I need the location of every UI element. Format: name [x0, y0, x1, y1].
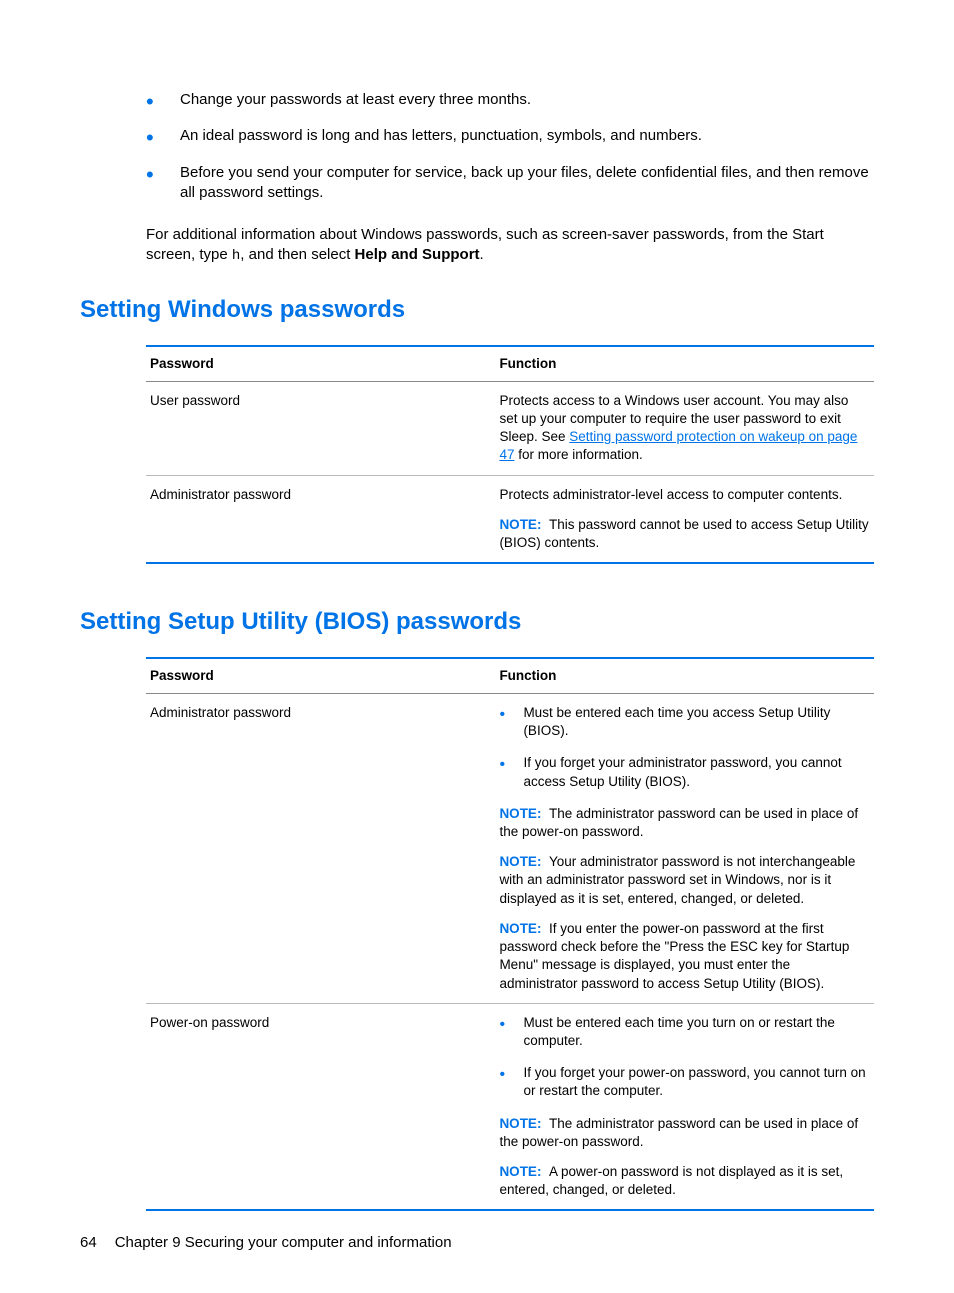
page-number: 64	[80, 1234, 97, 1251]
password-name-cell: Power-on password	[146, 1003, 495, 1210]
note-label: NOTE:	[499, 1164, 541, 1179]
function-list: Must be entered each time you access Set…	[499, 704, 870, 791]
bios-passwords-table: Password Function Administrator password…	[146, 657, 874, 1212]
note-text: The administrator password can be used i…	[499, 806, 858, 839]
tip-item: Change your passwords at least every thr…	[146, 90, 874, 110]
table-row: Administrator password Must be entered e…	[146, 693, 874, 1003]
note-label: NOTE:	[499, 1116, 541, 1131]
column-header-function: Function	[495, 346, 874, 382]
column-header-function: Function	[495, 658, 874, 694]
password-name-cell: User password	[146, 381, 495, 475]
note-block: NOTE: A power-on password is not display…	[499, 1163, 870, 1199]
password-function-cell: Protects administrator-level access to c…	[495, 475, 874, 563]
note-label: NOTE:	[499, 921, 541, 936]
text-segment: , and then select	[240, 246, 354, 263]
note-text: If you enter the power-on password at th…	[499, 921, 849, 991]
note-block: NOTE: The administrator password can be …	[499, 1115, 870, 1151]
text-segment: .	[480, 246, 484, 263]
note-text: A power-on password is not displayed as …	[499, 1164, 843, 1197]
password-function-cell: Must be entered each time you turn on or…	[495, 1003, 874, 1210]
tip-item: Before you send your computer for servic…	[146, 163, 874, 204]
page-footer: 64 Chapter 9 Securing your computer and i…	[80, 1233, 452, 1253]
list-item: If you forget your power-on password, yo…	[499, 1064, 870, 1100]
bold-text: Help and Support	[355, 246, 480, 263]
windows-passwords-heading: Setting Windows passwords	[80, 294, 874, 326]
tip-item: An ideal password is long and has letter…	[146, 126, 874, 146]
bios-passwords-heading: Setting Setup Utility (BIOS) passwords	[80, 606, 874, 638]
note-block: NOTE: This password cannot be used to ac…	[499, 516, 870, 552]
password-function-cell: Must be entered each time you access Set…	[495, 693, 874, 1003]
note-block: NOTE: The administrator password can be …	[499, 805, 870, 841]
column-header-password: Password	[146, 658, 495, 694]
note-label: NOTE:	[499, 806, 541, 821]
note-text: Your administrator password is not inter…	[499, 854, 855, 905]
list-item: Must be entered each time you turn on or…	[499, 1014, 870, 1050]
password-name-cell: Administrator password	[146, 693, 495, 1003]
note-block: NOTE: If you enter the power-on password…	[499, 920, 870, 993]
additional-info-paragraph: For additional information about Windows…	[146, 225, 874, 266]
function-list: Must be entered each time you turn on or…	[499, 1014, 870, 1101]
note-label: NOTE:	[499, 854, 541, 869]
password-function-cell: Protects access to a Windows user accoun…	[495, 381, 874, 475]
text-segment: for more information.	[514, 447, 642, 462]
table-row: Power-on password Must be entered each t…	[146, 1003, 874, 1210]
password-tips-list: Change your passwords at least every thr…	[146, 90, 874, 203]
table-row: Administrator password Protects administ…	[146, 475, 874, 563]
note-text: This password cannot be used to access S…	[499, 517, 868, 550]
windows-passwords-table: Password Function User password Protects…	[146, 345, 874, 565]
text-segment: Protects administrator-level access to c…	[499, 486, 870, 504]
table-row: User password Protects access to a Windo…	[146, 381, 874, 475]
note-label: NOTE:	[499, 517, 541, 532]
chapter-title: Chapter 9 Securing your computer and inf…	[115, 1234, 452, 1251]
note-block: NOTE: Your administrator password is not…	[499, 853, 870, 908]
note-text: The administrator password can be used i…	[499, 1116, 858, 1149]
list-item: If you forget your administrator passwor…	[499, 754, 870, 790]
password-name-cell: Administrator password	[146, 475, 495, 563]
list-item: Must be entered each time you access Set…	[499, 704, 870, 740]
column-header-password: Password	[146, 346, 495, 382]
